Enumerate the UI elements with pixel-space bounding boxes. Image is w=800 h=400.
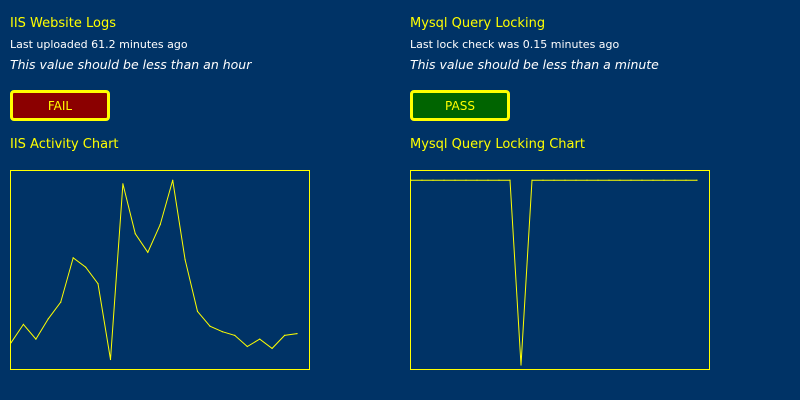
iis-chart-svg (10, 179, 298, 361)
iis-chart-data-point (10, 342, 12, 344)
iis-chart-data-point (85, 266, 87, 268)
mysql-chart-data-point (454, 179, 456, 181)
mysql-chart-data-point (685, 179, 687, 181)
mysql-chart-data-point (586, 179, 588, 181)
iis-chart-data-point (221, 331, 223, 333)
mysql-chart-data-point (443, 179, 445, 181)
mysql-chart-data-point (608, 179, 610, 181)
mysql-chart-data-point (696, 179, 698, 181)
iis-threshold-note: This value should be less than an hour (10, 57, 252, 72)
iis-status-line: Last uploaded 61.2 minutes ago (10, 38, 188, 51)
iis-chart-data-point (209, 325, 211, 327)
iis-status-prefix: Last uploaded (10, 38, 92, 51)
mysql-chart-data-point (476, 179, 478, 181)
mysql-chart-data-point (509, 179, 511, 181)
iis-chart-data-point (97, 283, 99, 285)
mysql-chart-data-point (652, 179, 654, 181)
iis-chart-data-point (271, 347, 273, 349)
mysql-chart-data-point (663, 179, 665, 181)
mysql-chart-data-point (410, 179, 412, 181)
iis-chart-data-point (284, 334, 286, 336)
mysql-chart-data-point (465, 179, 467, 181)
iis-chart-data-point (60, 301, 62, 303)
mysql-chart-data-point (542, 179, 544, 181)
iis-chart-data-point (296, 333, 298, 335)
iis-chart-data-point (122, 183, 124, 185)
iis-chart-data-point (246, 345, 248, 348)
iis-chart-data-point (109, 358, 112, 361)
mysql-chart-data-point (531, 179, 533, 181)
mysql-chart-data-point (597, 179, 599, 181)
iis-chart-title: IIS Activity Chart (10, 137, 119, 152)
iis-panel: IIS Website Logs Last uploaded 61.2 minu… (0, 0, 390, 400)
mysql-status-suffix: minutes ago (547, 38, 620, 51)
iis-chart-data-point (159, 224, 161, 226)
mysql-panel: Mysql Query Locking Last lock check was … (400, 0, 790, 400)
iis-status-value: 61.2 (91, 38, 116, 51)
mysql-chart-title: Mysql Query Locking Chart (410, 137, 585, 152)
iis-chart-data-point (134, 233, 136, 235)
mysql-chart-data-point (432, 179, 434, 181)
mysql-chart-series-line (411, 179, 697, 366)
mysql-chart-data-point (641, 179, 643, 181)
mysql-chart-data-point (520, 364, 522, 366)
iis-chart-data-point (259, 338, 261, 340)
mysql-status-prefix: Last lock check was (410, 38, 523, 51)
mysql-chart-data-point (674, 179, 676, 181)
mysql-chart-data-point (619, 179, 621, 181)
mysql-threshold-note: This value should be less than a minute (410, 57, 659, 72)
iis-chart-data-point (196, 310, 199, 312)
mysql-chart-data-point (575, 179, 577, 181)
iis-chart-data-point (47, 318, 49, 320)
mysql-status-line: Last lock check was 0.15 minutes ago (410, 38, 619, 51)
iis-chart-data-point (234, 334, 236, 336)
mysql-chart-data-point (498, 179, 500, 181)
iis-title: IIS Website Logs (10, 16, 116, 31)
iis-status-badge: FAIL (10, 90, 110, 121)
mysql-chart-data-point (564, 179, 566, 181)
mysql-status-badge: PASS (410, 90, 510, 121)
iis-chart-data-point (35, 338, 37, 340)
mysql-chart-data-point (553, 179, 555, 181)
iis-chart-series-line (10, 180, 298, 360)
mysql-chart-data-point (421, 179, 423, 181)
iis-status-suffix: minutes ago (115, 38, 188, 51)
mysql-chart-data-point (487, 179, 489, 181)
mysql-chart-svg (410, 179, 698, 366)
mysql-chart-data-point (630, 179, 632, 181)
iis-chart-data-point (184, 259, 186, 261)
mysql-locking-chart (410, 170, 710, 370)
mysql-title: Mysql Query Locking (410, 16, 546, 31)
iis-chart-data-point (172, 179, 174, 181)
mysql-status-value: 0.15 (522, 38, 548, 51)
iis-chart-data-point (22, 323, 24, 325)
iis-chart-data-point (147, 251, 149, 253)
iis-chart-data-point (72, 257, 74, 259)
iis-activity-chart (10, 170, 310, 370)
